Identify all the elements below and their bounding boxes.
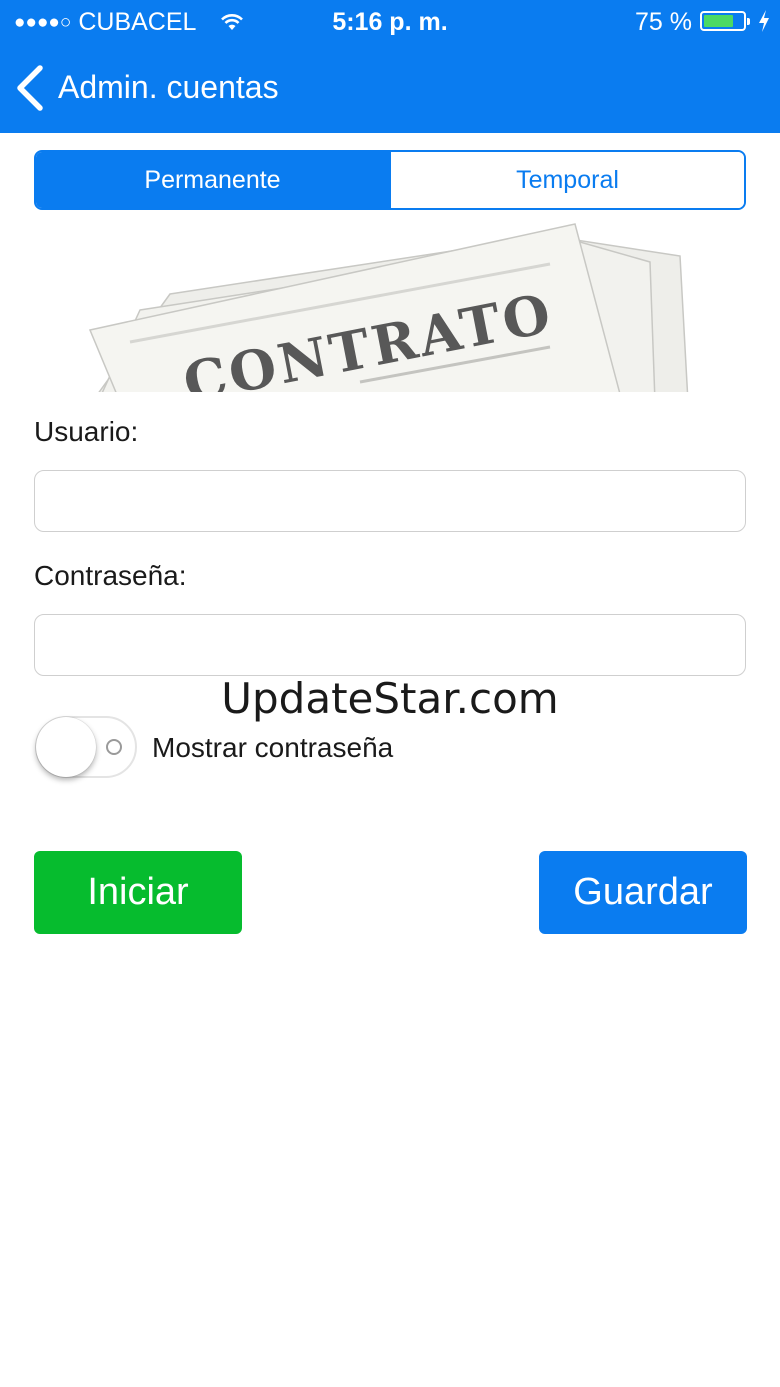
contract-banner-image: CONTRATO — [80, 222, 690, 392]
segment-permanente[interactable]: Permanente — [36, 152, 389, 208]
battery-icon — [700, 11, 750, 31]
contrasena-input[interactable] — [35, 615, 745, 675]
navigation-bar: Admin. cuentas — [0, 60, 780, 116]
page-title: Admin. cuentas — [58, 69, 279, 105]
segment-temporal[interactable]: Temporal — [389, 152, 744, 208]
iniciar-button[interactable]: Iniciar — [34, 851, 242, 934]
back-button[interactable] — [14, 64, 46, 117]
contrasena-field-container — [34, 614, 746, 676]
show-password-label: Mostrar contraseña — [152, 732, 394, 763]
toggle-off-indicator — [106, 739, 122, 755]
contrasena-label: Contraseña: — [34, 560, 187, 591]
guardar-button[interactable]: Guardar — [539, 851, 747, 934]
toggle-knob — [36, 717, 96, 777]
chevron-left-icon — [17, 65, 43, 111]
charging-bolt-icon — [757, 9, 771, 40]
app-header: ●●●●○ CUBACEL 5:16 p. m. 75 % Admin. cue… — [0, 0, 780, 133]
battery-percentage: 75 % — [635, 8, 692, 36]
account-type-segmented-control: Permanente Temporal — [34, 150, 746, 210]
watermark-text: UpdateStar.com — [221, 674, 559, 723]
usuario-input[interactable] — [35, 471, 745, 531]
usuario-field-container — [34, 470, 746, 532]
status-bar: ●●●●○ CUBACEL 5:16 p. m. 75 % — [0, 0, 780, 44]
show-password-toggle[interactable] — [35, 716, 137, 778]
usuario-label: Usuario: — [34, 416, 139, 447]
battery-fill — [704, 15, 733, 27]
